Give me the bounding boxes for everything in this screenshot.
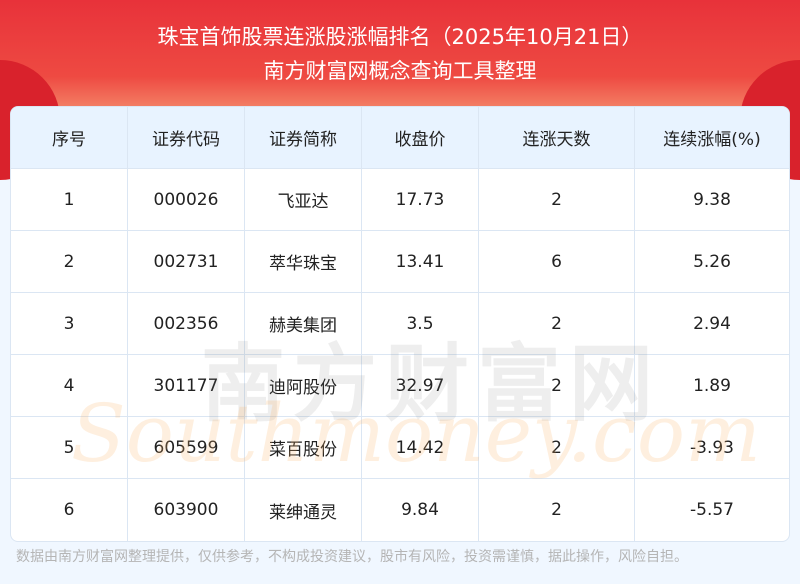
table-cell: 002356 [128, 293, 245, 354]
ranking-table: 序号 证券代码 证券简称 收盘价 连涨天数 连续涨幅(%) 1 000026 飞亚达 17.73… [10, 106, 790, 542]
table-row: 1 000026 飞亚达 17.73 2 9.38 [11, 169, 789, 231]
table-cell: 2 [479, 169, 635, 230]
table-cell: 2 [479, 479, 635, 541]
table-cell: 14.42 [362, 417, 479, 478]
table-cell: 6 [11, 479, 128, 541]
table-row: 2 002731 萃华珠宝 13.41 6 5.26 [11, 231, 789, 293]
table-row: 5 605599 菜百股份 14.42 2 -3.93 [11, 417, 789, 479]
table-cell: 32.97 [362, 355, 479, 416]
table-cell: 飞亚达 [245, 169, 362, 230]
table-row: 6 603900 莱绅通灵 9.84 2 -5.57 [11, 479, 789, 541]
column-header: 连续涨幅(%) [663, 130, 761, 150]
table-cell: 赫美集团 [245, 293, 362, 354]
table-cell: 迪阿股份 [245, 355, 362, 416]
column-header: 证券简称 [245, 107, 362, 168]
table-cell: 菜百股份 [245, 417, 362, 478]
table-cell: 9.38 [693, 189, 731, 210]
table-cell: 17.73 [362, 169, 479, 230]
table-cell: 萃华珠宝 [245, 231, 362, 292]
table-header: 序号 证券代码 证券简称 收盘价 连涨天数 连续涨幅(%) [11, 107, 789, 169]
table-cell: 9.84 [362, 479, 479, 541]
table-cell: 2 [479, 417, 635, 478]
table-cell: -3.93 [690, 437, 734, 458]
table-cell: -5.57 [690, 500, 734, 520]
page-title: 珠宝首饰股票连涨股涨幅排名（2025年10月21日） [157, 25, 643, 49]
table-cell: 002731 [128, 231, 245, 292]
table-cell: 5.26 [693, 251, 731, 272]
table-cell: 000026 [128, 169, 245, 230]
table-cell: 603900 [128, 479, 245, 541]
table-cell: 3.5 [362, 293, 479, 354]
page-subtitle: 南方财富网概念查询工具整理 [263, 59, 537, 83]
table-cell: 2.94 [693, 313, 731, 334]
column-header: 证券代码 [128, 107, 245, 168]
column-header: 连涨天数 [479, 107, 635, 168]
table-cell: 2 [479, 293, 635, 354]
table-cell: 2 [479, 355, 635, 416]
table-cell: 莱绅通灵 [245, 479, 362, 541]
table-row: 3 002356 赫美集团 3.5 2 2.94 [11, 293, 789, 355]
table-row: 4 301177 迪阿股份 32.97 2 1.89 [11, 355, 789, 417]
table-cell: 6 [479, 231, 635, 292]
column-header: 收盘价 [362, 107, 479, 168]
disclaimer: 数据由南方财富网整理提供，仅供参考，不构成投资建议，股市有风险，投资需谨慎，据此… [16, 549, 688, 565]
table-cell: 3 [11, 293, 128, 354]
table-cell: 13.41 [362, 231, 479, 292]
table-cell: 2 [11, 231, 128, 292]
table-cell: 1 [11, 169, 128, 230]
table-cell: 4 [11, 355, 128, 416]
column-header: 序号 [11, 107, 128, 168]
table-cell: 5 [11, 417, 128, 478]
table-cell: 1.89 [693, 375, 731, 396]
table-cell: 605599 [128, 417, 245, 478]
table-cell: 301177 [128, 355, 245, 416]
